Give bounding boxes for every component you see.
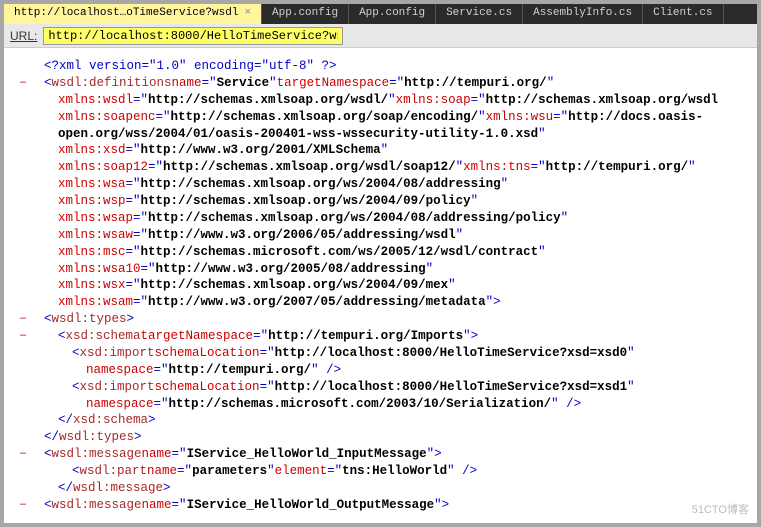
xml-viewer: <?xml version="1.0" encoding="utf-8" ?> … [4,48,757,518]
collapse-icon[interactable]: – [16,75,30,92]
url-input[interactable] [43,27,343,45]
collapse-icon[interactable]: – [16,446,30,463]
url-label: URL: [10,29,37,43]
watermark: 51CTO博客 [692,501,749,517]
collapse-icon[interactable]: – [16,497,30,514]
tab-wsdl[interactable]: http://localhost…oTimeService?wsdl× [4,4,262,24]
url-bar: URL: [4,24,757,48]
tab-client-cs[interactable]: Client.cs [643,4,723,24]
tab-service-cs[interactable]: Service.cs [436,4,523,24]
tab-bar: http://localhost…oTimeService?wsdl× App.… [4,4,757,24]
close-icon[interactable]: × [244,7,251,19]
collapse-icon[interactable]: – [16,311,30,328]
tab-appconfig-1[interactable]: App.config [262,4,349,24]
collapse-icon[interactable]: – [16,328,30,345]
xml-declaration: <?xml version="1.0" encoding="utf-8" ?> [44,58,337,75]
tab-assemblyinfo-cs[interactable]: AssemblyInfo.cs [523,4,643,24]
tab-appconfig-2[interactable]: App.config [349,4,436,24]
